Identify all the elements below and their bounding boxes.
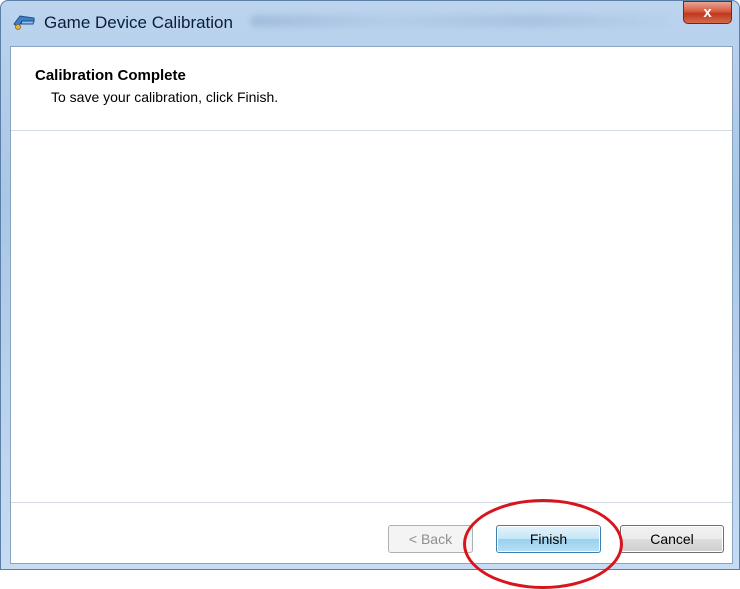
window-title: Game Device Calibration — [44, 13, 233, 32]
close-icon: x — [703, 4, 712, 21]
page-subtitle: To save your calibration, click Finish. — [51, 89, 279, 105]
page-title: Calibration Complete — [35, 67, 186, 84]
wizard-header: Calibration Complete To save your calibr… — [11, 47, 732, 131]
footer-divider — [11, 502, 732, 503]
title-bar[interactable]: Game Device Calibration x — [0, 0, 740, 44]
cancel-button[interactable]: Cancel — [620, 525, 724, 553]
finish-highlight-circle — [463, 499, 623, 589]
wizard-client-area: Calibration Complete To save your calibr… — [10, 46, 733, 564]
title-bar-background — [250, 15, 670, 27]
game-controller-icon — [12, 12, 36, 32]
close-button[interactable]: x — [683, 1, 732, 24]
dialog-window: Game Device Calibration x Calibration Co… — [0, 0, 740, 570]
back-button[interactable]: < Back — [388, 525, 473, 553]
